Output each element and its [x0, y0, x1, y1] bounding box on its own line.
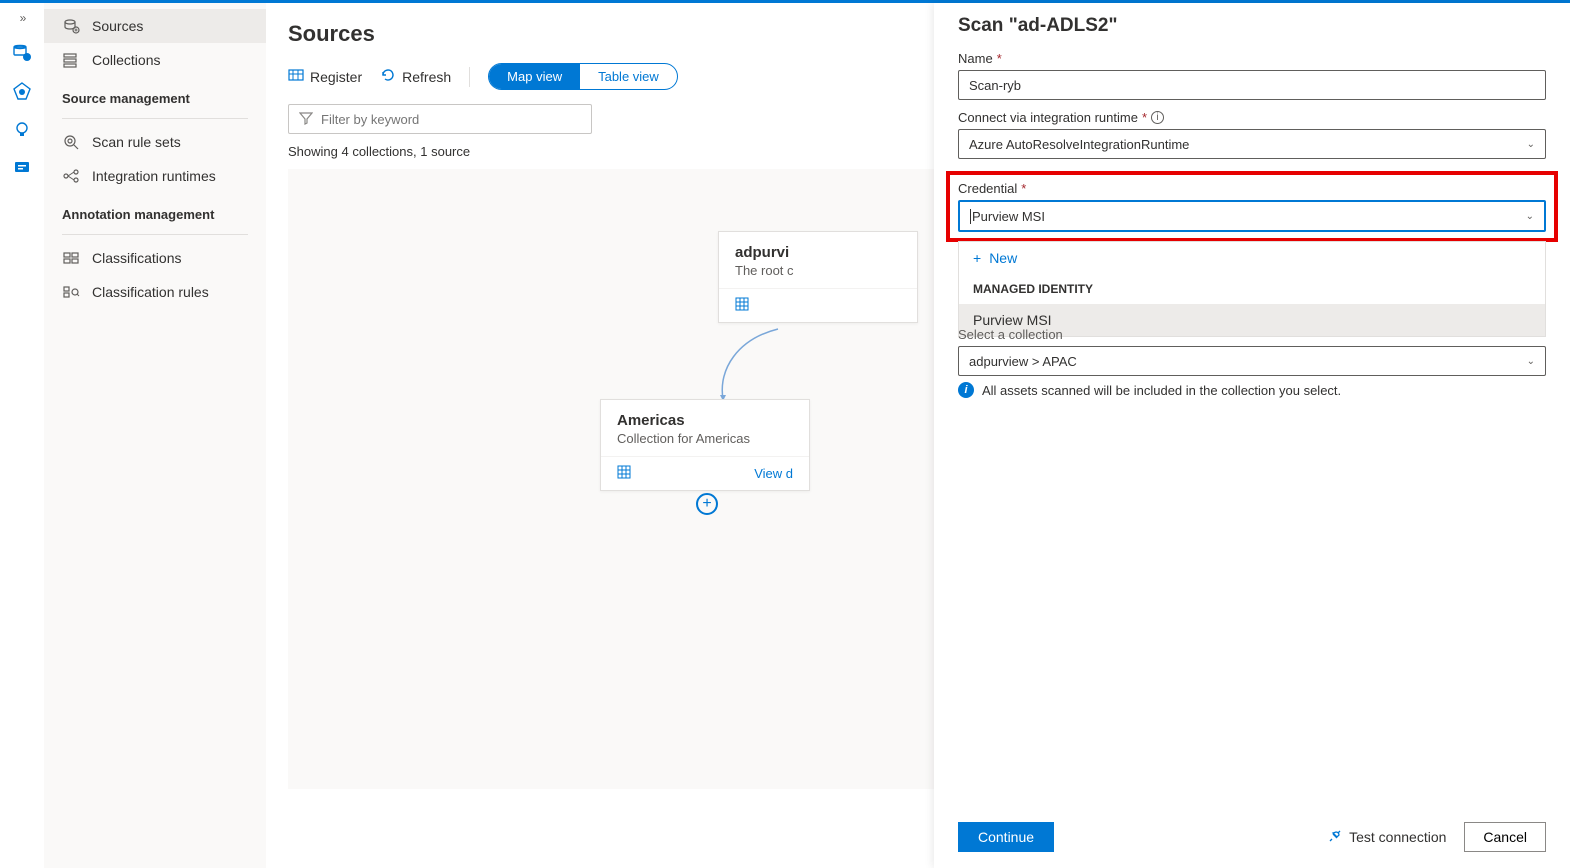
- scan-panel: Scan "ad-ADLS2" Name* Scan-ryb Connect v…: [934, 3, 1570, 868]
- separator: [469, 67, 470, 87]
- panel-footer: Continue Test connection Cancel: [958, 822, 1546, 852]
- sources-icon: [62, 17, 80, 35]
- sidebar-label: Classification rules: [92, 284, 209, 300]
- divider: [62, 234, 248, 235]
- card-subtitle: The root c: [735, 263, 901, 278]
- chevron-down-icon: ⌄: [1526, 211, 1534, 222]
- register-icon: [288, 67, 304, 86]
- credential-select[interactable]: Purview MSI ⌄: [958, 200, 1546, 232]
- filter-icon: [299, 111, 313, 128]
- new-credential-option[interactable]: + New: [959, 242, 1545, 274]
- sidebar-label: Scan rule sets: [92, 134, 181, 150]
- section-annotation-mgmt: Annotation management: [44, 193, 266, 228]
- icon-rail: »: [0, 3, 44, 868]
- divider: [62, 118, 248, 119]
- sidebar-item-integration-runtimes[interactable]: Integration runtimes: [44, 159, 266, 193]
- sidebar-label: Classifications: [92, 250, 181, 266]
- collection-select[interactable]: adpurview > APAC ⌄: [958, 346, 1546, 376]
- sidebar-label: Collections: [92, 52, 160, 68]
- browse-icon[interactable]: [12, 81, 32, 101]
- table-view-tab[interactable]: Table view: [580, 64, 677, 89]
- view-details-link[interactable]: View d: [754, 466, 793, 481]
- info-icon[interactable]: i: [1151, 111, 1164, 124]
- dropdown-header: MANAGED IDENTITY: [959, 274, 1545, 304]
- datasource-icon[interactable]: [12, 43, 32, 63]
- chevron-down-icon: ⌄: [1527, 356, 1535, 367]
- name-label: Name*: [958, 51, 1546, 66]
- filter-input[interactable]: [288, 104, 592, 134]
- map-view-tab[interactable]: Map view: [489, 64, 580, 89]
- collections-icon: [62, 51, 80, 69]
- classification-rules-icon: [62, 283, 80, 301]
- view-toggle: Map view Table view: [488, 63, 678, 90]
- info-text: All assets scanned will be included in t…: [982, 383, 1341, 398]
- sidebar-item-classifications[interactable]: Classifications: [44, 241, 266, 275]
- sidebar-label: Integration runtimes: [92, 168, 216, 184]
- credential-dropdown: + New MANAGED IDENTITY Purview MSI: [958, 241, 1546, 337]
- sidebar-label: Sources: [92, 18, 143, 34]
- runtime-label: Connect via integration runtime* i: [958, 110, 1546, 125]
- grid-icon: [735, 297, 749, 314]
- section-source-mgmt: Source management: [44, 77, 266, 112]
- classifications-icon: [62, 249, 80, 267]
- plus-icon: +: [973, 250, 981, 266]
- test-connection-button[interactable]: Test connection: [1327, 828, 1446, 847]
- sidebar: Sources Collections Source management Sc…: [44, 3, 266, 868]
- refresh-label: Refresh: [402, 69, 451, 85]
- card-title: adpurvi: [735, 244, 901, 261]
- plug-icon: [1327, 828, 1343, 847]
- collection-card-americas[interactable]: Americas Collection for Americas View d: [600, 399, 810, 491]
- insights-icon[interactable]: [12, 119, 32, 139]
- name-input[interactable]: Scan-ryb: [958, 70, 1546, 100]
- refresh-button[interactable]: Refresh: [380, 67, 451, 86]
- refresh-icon: [380, 67, 396, 86]
- sidebar-item-classification-rules[interactable]: Classification rules: [44, 275, 266, 309]
- runtime-icon: [62, 167, 80, 185]
- add-collection-button[interactable]: +: [696, 493, 718, 515]
- grid-icon: [617, 465, 631, 482]
- filter-field[interactable]: [321, 112, 581, 127]
- collection-card-root[interactable]: adpurvi The root c: [718, 231, 918, 323]
- register-label: Register: [310, 69, 362, 85]
- panel-title: Scan "ad-ADLS2": [958, 15, 1546, 37]
- sidebar-item-collections[interactable]: Collections: [44, 43, 266, 77]
- cancel-button[interactable]: Cancel: [1464, 822, 1546, 852]
- continue-button[interactable]: Continue: [958, 822, 1054, 852]
- expand-rail-icon[interactable]: »: [20, 11, 25, 25]
- info-icon: i: [958, 382, 974, 398]
- sidebar-item-sources[interactable]: Sources: [44, 9, 266, 43]
- chevron-down-icon: ⌄: [1527, 139, 1535, 150]
- credential-label: Credential*: [958, 181, 1546, 196]
- management-icon[interactable]: [12, 157, 32, 177]
- sidebar-item-scan-rule-sets[interactable]: Scan rule sets: [44, 125, 266, 159]
- scan-rules-icon: [62, 133, 80, 151]
- card-title: Americas: [617, 412, 793, 429]
- runtime-select[interactable]: Azure AutoResolveIntegrationRuntime ⌄: [958, 129, 1546, 159]
- credential-highlight: Credential* Purview MSI ⌄: [946, 171, 1558, 242]
- register-button[interactable]: Register: [288, 67, 362, 86]
- card-subtitle: Collection for Americas: [617, 431, 793, 446]
